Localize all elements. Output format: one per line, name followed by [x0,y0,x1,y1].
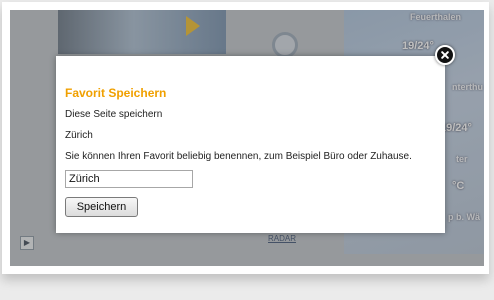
naming-hint: Sie können Ihren Favorit beliebig benenn… [65,151,412,162]
favorite-name-input[interactable] [65,170,193,188]
page-name: Zürich [65,130,93,141]
close-icon[interactable] [435,45,455,65]
dialog-title: Favorit Speichern [65,86,167,100]
save-favorite-dialog: Favorit Speichern Diese Seite speichern … [56,56,445,233]
save-button[interactable]: Speichern [65,197,138,217]
dialog-subtitle: Diese Seite speichern [65,109,163,120]
